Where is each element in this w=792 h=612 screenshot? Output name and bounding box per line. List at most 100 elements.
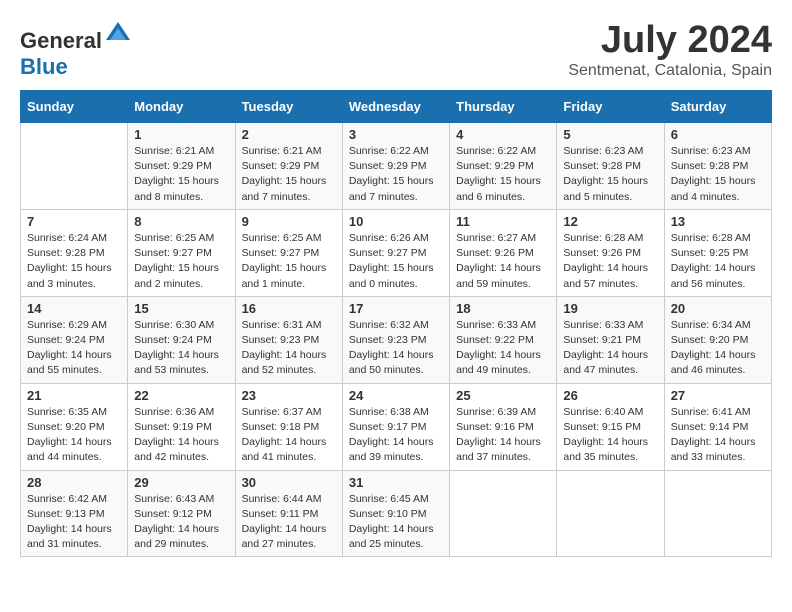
day-info: Sunrise: 6:29 AM Sunset: 9:24 PM Dayligh… [27, 318, 121, 379]
day-info: Sunrise: 6:35 AM Sunset: 9:20 PM Dayligh… [27, 405, 121, 466]
day-info: Sunrise: 6:40 AM Sunset: 9:15 PM Dayligh… [563, 405, 657, 466]
day-number: 14 [27, 301, 121, 316]
day-info: Sunrise: 6:21 AM Sunset: 9:29 PM Dayligh… [134, 144, 228, 205]
day-number: 15 [134, 301, 228, 316]
day-info: Sunrise: 6:42 AM Sunset: 9:13 PM Dayligh… [27, 492, 121, 553]
day-number: 31 [349, 475, 443, 490]
day-info: Sunrise: 6:41 AM Sunset: 9:14 PM Dayligh… [671, 405, 765, 466]
column-header-sunday: Sunday [21, 91, 128, 123]
calendar-cell: 24Sunrise: 6:38 AM Sunset: 9:17 PM Dayli… [342, 383, 449, 470]
month-year: July 2024 [568, 20, 772, 62]
day-info: Sunrise: 6:34 AM Sunset: 9:20 PM Dayligh… [671, 318, 765, 379]
calendar-body: 1Sunrise: 6:21 AM Sunset: 9:29 PM Daylig… [21, 123, 772, 557]
day-number: 22 [134, 388, 228, 403]
day-number: 25 [456, 388, 550, 403]
day-number: 24 [349, 388, 443, 403]
title-block: July 2024 Sentmenat, Catalonia, Spain [568, 20, 772, 80]
day-info: Sunrise: 6:45 AM Sunset: 9:10 PM Dayligh… [349, 492, 443, 553]
day-info: Sunrise: 6:21 AM Sunset: 9:29 PM Dayligh… [242, 144, 336, 205]
calendar-cell: 2 Sunrise: 6:21 AM Sunset: 9:29 PM Daylig… [235, 123, 342, 210]
calendar-cell: 3 Sunrise: 6:22 AM Sunset: 9:29 PM Daylig… [342, 123, 449, 210]
day-info: Sunrise: 6:32 AM Sunset: 9:23 PM Dayligh… [349, 318, 443, 379]
day-number: 16 [242, 301, 336, 316]
calendar-cell: 26 Sunrise: 6:40 AM Sunset: 9:15 PM Dayli… [557, 383, 664, 470]
day-number: 19 [563, 301, 657, 316]
day-info: Sunrise: 6:31 AM Sunset: 9:23 PM Dayligh… [242, 318, 336, 379]
calendar-cell: 20 Sunrise: 6:34 AM Sunset: 9:20 PM Dayli… [664, 296, 771, 383]
week-row-1: 1Sunrise: 6:21 AM Sunset: 9:29 PM Daylig… [21, 123, 772, 210]
calendar-header-row: SundayMondayTuesdayWednesdayThursdayFrid… [21, 91, 772, 123]
day-number: 17 [349, 301, 443, 316]
day-number: 7 [27, 214, 121, 229]
logo: General Blue [20, 20, 132, 80]
day-info: Sunrise: 6:30 AM Sunset: 9:24 PM Dayligh… [134, 318, 228, 379]
column-header-friday: Friday [557, 91, 664, 123]
day-info: Sunrise: 6:37 AM Sunset: 9:18 PM Dayligh… [242, 405, 336, 466]
calendar-cell: 23 Sunrise: 6:37 AM Sunset: 9:18 PM Dayli… [235, 383, 342, 470]
day-number: 11 [456, 214, 550, 229]
day-number: 6 [671, 127, 765, 142]
day-number: 3 [349, 127, 443, 142]
day-number: 2 [242, 127, 336, 142]
column-header-tuesday: Tuesday [235, 91, 342, 123]
day-info: Sunrise: 6:23 AM Sunset: 9:28 PM Dayligh… [671, 144, 765, 205]
calendar-cell: 12Sunrise: 6:28 AM Sunset: 9:26 PM Dayli… [557, 209, 664, 296]
calendar-cell: 21 Sunrise: 6:35 AM Sunset: 9:20 PM Dayli… [21, 383, 128, 470]
day-number: 4 [456, 127, 550, 142]
day-number: 21 [27, 388, 121, 403]
calendar-cell: 5Sunrise: 6:23 AM Sunset: 9:28 PM Daylig… [557, 123, 664, 210]
day-info: Sunrise: 6:44 AM Sunset: 9:11 PM Dayligh… [242, 492, 336, 553]
column-header-wednesday: Wednesday [342, 91, 449, 123]
logo-blue: Blue [20, 54, 68, 79]
calendar-cell: 22 Sunrise: 6:36 AM Sunset: 9:19 PM Dayli… [128, 383, 235, 470]
day-number: 10 [349, 214, 443, 229]
day-info: Sunrise: 6:26 AM Sunset: 9:27 PM Dayligh… [349, 231, 443, 292]
day-info: Sunrise: 6:27 AM Sunset: 9:26 PM Dayligh… [456, 231, 550, 292]
calendar-cell: 27Sunrise: 6:41 AM Sunset: 9:14 PM Dayli… [664, 383, 771, 470]
week-row-2: 7 Sunrise: 6:24 AM Sunset: 9:28 PM Daylig… [21, 209, 772, 296]
day-number: 8 [134, 214, 228, 229]
calendar-cell [450, 470, 557, 557]
calendar-cell: 18 Sunrise: 6:33 AM Sunset: 9:22 PM Dayli… [450, 296, 557, 383]
column-header-thursday: Thursday [450, 91, 557, 123]
day-info: Sunrise: 6:28 AM Sunset: 9:25 PM Dayligh… [671, 231, 765, 292]
column-header-monday: Monday [128, 91, 235, 123]
day-number: 30 [242, 475, 336, 490]
day-info: Sunrise: 6:36 AM Sunset: 9:19 PM Dayligh… [134, 405, 228, 466]
day-number: 20 [671, 301, 765, 316]
calendar-cell: 9 Sunrise: 6:25 AM Sunset: 9:27 PM Daylig… [235, 209, 342, 296]
day-info: Sunrise: 6:33 AM Sunset: 9:21 PM Dayligh… [563, 318, 657, 379]
day-info: Sunrise: 6:33 AM Sunset: 9:22 PM Dayligh… [456, 318, 550, 379]
day-number: 9 [242, 214, 336, 229]
day-number: 23 [242, 388, 336, 403]
day-number: 29 [134, 475, 228, 490]
calendar-cell: 19 Sunrise: 6:33 AM Sunset: 9:21 PM Dayli… [557, 296, 664, 383]
calendar-cell [21, 123, 128, 210]
calendar-cell [557, 470, 664, 557]
day-info: Sunrise: 6:24 AM Sunset: 9:28 PM Dayligh… [27, 231, 121, 292]
calendar-cell: 7 Sunrise: 6:24 AM Sunset: 9:28 PM Daylig… [21, 209, 128, 296]
week-row-3: 14 Sunrise: 6:29 AM Sunset: 9:24 PM Dayli… [21, 296, 772, 383]
day-info: Sunrise: 6:43 AM Sunset: 9:12 PM Dayligh… [134, 492, 228, 553]
calendar-cell: 6 Sunrise: 6:23 AM Sunset: 9:28 PM Daylig… [664, 123, 771, 210]
day-number: 28 [27, 475, 121, 490]
calendar-cell: 10 Sunrise: 6:26 AM Sunset: 9:27 PM Dayli… [342, 209, 449, 296]
day-info: Sunrise: 6:22 AM Sunset: 9:29 PM Dayligh… [349, 144, 443, 205]
calendar-cell: 1Sunrise: 6:21 AM Sunset: 9:29 PM Daylig… [128, 123, 235, 210]
day-info: Sunrise: 6:39 AM Sunset: 9:16 PM Dayligh… [456, 405, 550, 466]
calendar-cell: 29 Sunrise: 6:43 AM Sunset: 9:12 PM Dayli… [128, 470, 235, 557]
day-info: Sunrise: 6:23 AM Sunset: 9:28 PM Dayligh… [563, 144, 657, 205]
day-number: 18 [456, 301, 550, 316]
day-info: Sunrise: 6:25 AM Sunset: 9:27 PM Dayligh… [134, 231, 228, 292]
location: Sentmenat, Catalonia, Spain [568, 62, 772, 80]
day-info: Sunrise: 6:25 AM Sunset: 9:27 PM Dayligh… [242, 231, 336, 292]
calendar-cell: 30 Sunrise: 6:44 AM Sunset: 9:11 PM Dayli… [235, 470, 342, 557]
page-header: General Blue July 2024 Sentmenat, Catalo… [20, 20, 772, 80]
calendar-cell: 15 Sunrise: 6:30 AM Sunset: 9:24 PM Dayli… [128, 296, 235, 383]
day-number: 26 [563, 388, 657, 403]
calendar-cell: 28 Sunrise: 6:42 AM Sunset: 9:13 PM Dayli… [21, 470, 128, 557]
calendar-cell: 17 Sunrise: 6:32 AM Sunset: 9:23 PM Dayli… [342, 296, 449, 383]
calendar-table: SundayMondayTuesdayWednesdayThursdayFrid… [20, 90, 772, 557]
logo-icon [104, 20, 132, 48]
calendar-cell: 8 Sunrise: 6:25 AM Sunset: 9:27 PM Daylig… [128, 209, 235, 296]
